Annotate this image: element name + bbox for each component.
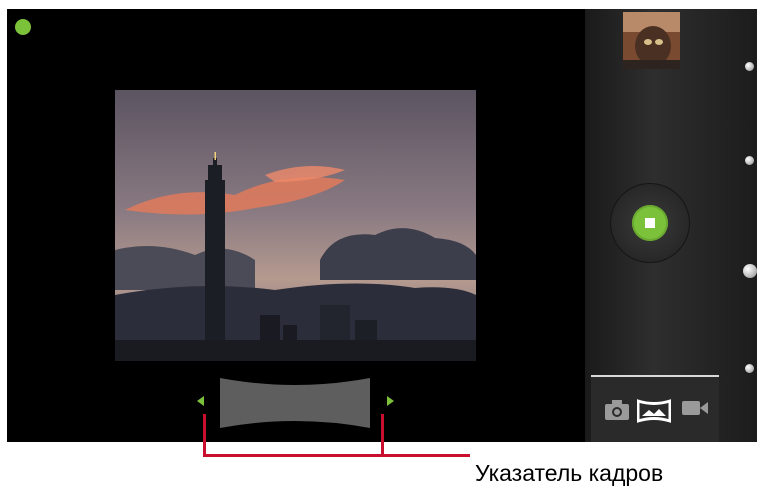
panel-indicator-dot — [745, 364, 754, 373]
mode-switcher — [591, 377, 719, 442]
video-camera-icon[interactable] — [681, 399, 709, 417]
camera-control-panel — [585, 9, 757, 442]
panel-indicator-dot — [745, 156, 754, 165]
callout-line-right — [381, 414, 384, 456]
panel-indicator-dot — [743, 264, 757, 278]
panel-indicator-dot — [745, 62, 754, 71]
frame-progress-shape — [220, 378, 370, 428]
callout-line-horizontal — [203, 454, 470, 457]
last-photo-thumbnail[interactable] — [623, 12, 680, 69]
camera-screen — [7, 9, 757, 442]
skyline-image — [115, 90, 476, 361]
panorama-icon[interactable] — [637, 399, 671, 423]
camera-icon[interactable] — [604, 399, 630, 421]
arrow-right-icon[interactable] — [387, 396, 394, 406]
stop-recording-button[interactable] — [632, 205, 668, 241]
stop-icon — [645, 218, 655, 228]
thumbnail-image — [623, 12, 680, 69]
shutter-ring — [610, 183, 690, 263]
status-indicator-dot — [15, 19, 31, 35]
callout-label: Указатель кадров — [475, 460, 664, 486]
arrow-left-icon[interactable] — [197, 396, 204, 406]
callout-line-left — [203, 414, 206, 456]
panorama-viewfinder — [115, 90, 476, 361]
frame-indicator — [197, 378, 397, 428]
